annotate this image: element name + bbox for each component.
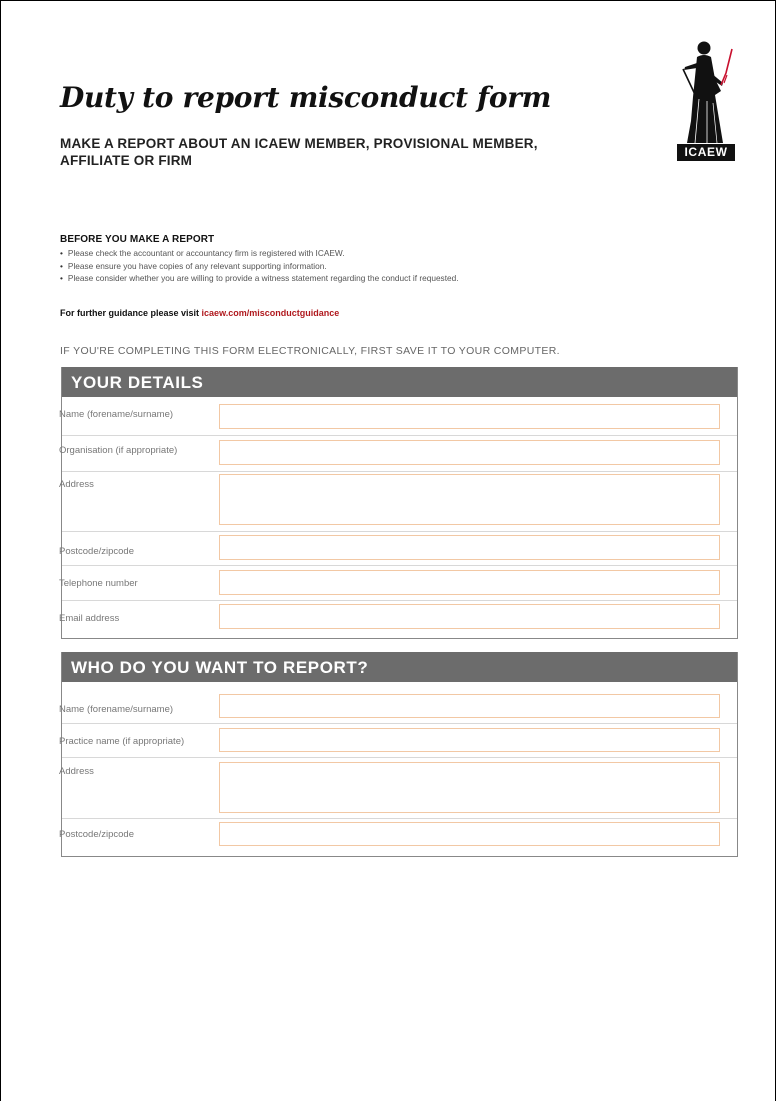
your-details-section: YOUR DETAILS Name (forename/surname) Org… [59, 367, 738, 639]
report-address-field[interactable] [219, 762, 720, 813]
page-title: Duty to report misconduct form [60, 81, 552, 114]
report-postcode-field[interactable] [219, 822, 720, 846]
before-list: Please check the accountant or accountan… [60, 247, 459, 285]
row-divider [62, 565, 737, 566]
your-name-field[interactable] [219, 404, 720, 429]
report-section: WHO DO YOU WANT TO REPORT? Name (forenam… [59, 652, 738, 857]
your-details-heading: YOUR DETAILS [62, 367, 737, 397]
your-email-field[interactable] [219, 604, 720, 629]
icaew-logo: ICAEW [677, 39, 735, 161]
field-label: Address [59, 479, 94, 490]
field-label: Address [59, 766, 94, 777]
save-notice: IF YOU'RE COMPLETING THIS FORM ELECTRONI… [60, 345, 560, 357]
field-label: Name (forename/surname) [59, 409, 174, 420]
row-divider [62, 435, 737, 436]
page-subtitle: MAKE A REPORT ABOUT AN ICAEW MEMBER, PRO… [60, 136, 538, 168]
field-label: Organisation (if appropriate) [59, 445, 178, 456]
field-label: Practice name (if appropriate) [59, 736, 185, 747]
list-item: Please consider whether you are willing … [60, 272, 459, 285]
guidance-text: For further guidance please visit icaew.… [60, 308, 339, 318]
field-label: Postcode/zipcode [59, 546, 134, 557]
field-label: Telephone number [59, 578, 138, 589]
row-divider [62, 471, 737, 472]
row-divider [62, 600, 737, 601]
row-divider [62, 818, 737, 819]
row-divider [62, 757, 737, 758]
logo-wordmark: ICAEW [677, 144, 735, 161]
row-divider [62, 531, 737, 532]
report-name-field[interactable] [219, 694, 720, 718]
your-postcode-field[interactable] [219, 535, 720, 560]
report-heading: WHO DO YOU WANT TO REPORT? [62, 652, 737, 682]
your-address-field[interactable] [219, 474, 720, 525]
row-divider [62, 723, 737, 724]
guidance-link[interactable]: icaew.com/misconductguidance [202, 308, 340, 318]
report-practice-field[interactable] [219, 728, 720, 752]
field-label: Email address [59, 613, 120, 624]
field-label: Postcode/zipcode [59, 829, 134, 840]
guidance-label: For further guidance please visit [60, 308, 202, 318]
your-organisation-field[interactable] [219, 440, 720, 465]
list-item: Please ensure you have copies of any rel… [60, 260, 459, 273]
before-heading: BEFORE YOU MAKE A REPORT [60, 234, 215, 245]
list-item: Please check the accountant or accountan… [60, 247, 459, 260]
your-telephone-field[interactable] [219, 570, 720, 595]
field-label: Name (forename/surname) [59, 704, 174, 715]
justice-figure-icon [682, 41, 733, 144]
form-page: Duty to report misconduct form MAKE A RE… [0, 0, 776, 1101]
